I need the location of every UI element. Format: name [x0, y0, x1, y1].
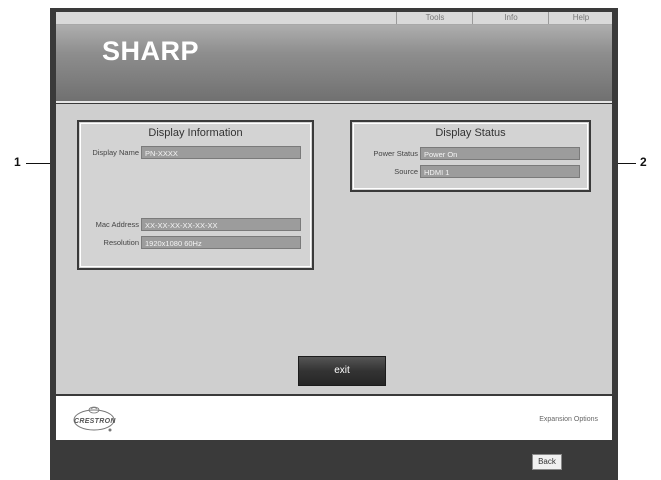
- power-status-field: Power On: [420, 147, 580, 160]
- display-information-title: Display Information: [148, 127, 243, 139]
- menu-bar: Tools Info Help: [56, 12, 612, 25]
- source-label: Source: [394, 167, 418, 176]
- main-content: Display Information Display Name PN-XXXX…: [56, 104, 612, 394]
- display-information-panel: Display Information Display Name PN-XXXX…: [77, 120, 314, 270]
- expansion-options-link[interactable]: Expansion Options: [539, 416, 598, 423]
- display-status-panel: Display Status Power Status Power On Sou…: [350, 120, 591, 192]
- menu-help[interactable]: Help: [548, 12, 613, 24]
- header: Tools Info Help SHARP: [56, 12, 612, 103]
- crestron-logo-text: CRESTRON: [74, 418, 116, 425]
- menu-tools[interactable]: Tools: [396, 12, 473, 24]
- back-button[interactable]: Back: [532, 454, 562, 470]
- display-name-field: PN-XXXX: [141, 146, 301, 159]
- callout-2: 2: [640, 155, 647, 169]
- source-field: HDMI 1: [420, 165, 580, 178]
- sharp-logo: SHARP: [102, 36, 200, 66]
- power-status-label: Power Status: [373, 149, 418, 158]
- menu-info[interactable]: Info: [472, 12, 549, 24]
- exit-button[interactable]: exit: [298, 356, 386, 386]
- callout-1: 1: [14, 155, 21, 169]
- resolution-field: 1920x1080 60Hz: [141, 236, 301, 249]
- display-name-label: Display Name: [92, 148, 139, 157]
- mac-address-field: XX-XX-XX-XX-XX-XX: [141, 218, 301, 231]
- display-status-title: Display Status: [435, 127, 506, 139]
- header-divider: [56, 101, 612, 103]
- browser-frame: Tools Info Help SHARP Display Informatio…: [50, 8, 618, 480]
- resolution-label: Resolution: [103, 238, 139, 247]
- mac-address-label: Mac Address: [95, 220, 139, 229]
- footer: CRESTRON Expansion Options: [56, 396, 612, 440]
